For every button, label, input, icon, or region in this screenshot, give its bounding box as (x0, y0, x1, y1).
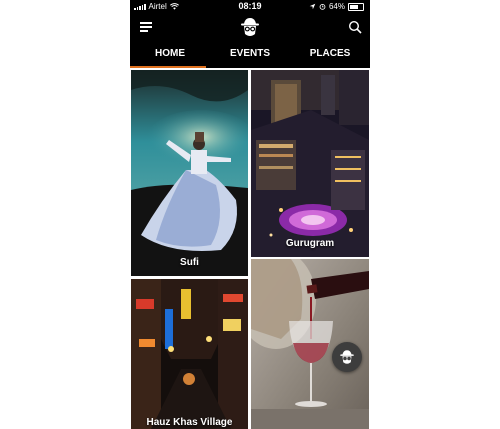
tab-home[interactable]: HOME (130, 40, 210, 68)
sufi-dancer-image (131, 70, 248, 276)
tile-hauz-khas-village[interactable]: Hauz Khas Village (131, 279, 248, 429)
location-arrow-icon (309, 3, 316, 10)
search-icon[interactable] (348, 20, 362, 34)
alarm-icon (319, 3, 326, 10)
tile-gurugram[interactable]: Gurugram (251, 70, 369, 257)
battery-icon (348, 2, 364, 11)
tile-caption: Hauz Khas Village (146, 417, 233, 428)
city-night-image (251, 70, 369, 257)
battery-percent: 64% (328, 2, 345, 11)
detective-icon (340, 350, 354, 364)
floating-action-button[interactable] (332, 342, 362, 372)
tile-caption: Sufi (180, 257, 199, 268)
hamburger-icon[interactable] (140, 22, 152, 32)
street-night-image (131, 279, 248, 429)
status-bar: Airtel 08:19 64% (130, 0, 370, 14)
app-header (130, 14, 370, 40)
tab-bar: HOME EVENTS PLACES (130, 40, 370, 68)
tab-places[interactable]: PLACES (290, 40, 370, 68)
app-logo-icon[interactable] (238, 15, 262, 39)
tab-events[interactable]: EVENTS (210, 40, 290, 68)
tile-caption: Gurugram (285, 238, 335, 249)
content-grid: Sufi Gurugram Hauz Khas Village (130, 70, 370, 429)
tile-sufi[interactable]: Sufi (131, 70, 248, 276)
phone-screen: Airtel 08:19 64% HOME EVENTS PLACES Sufi… (130, 0, 370, 429)
